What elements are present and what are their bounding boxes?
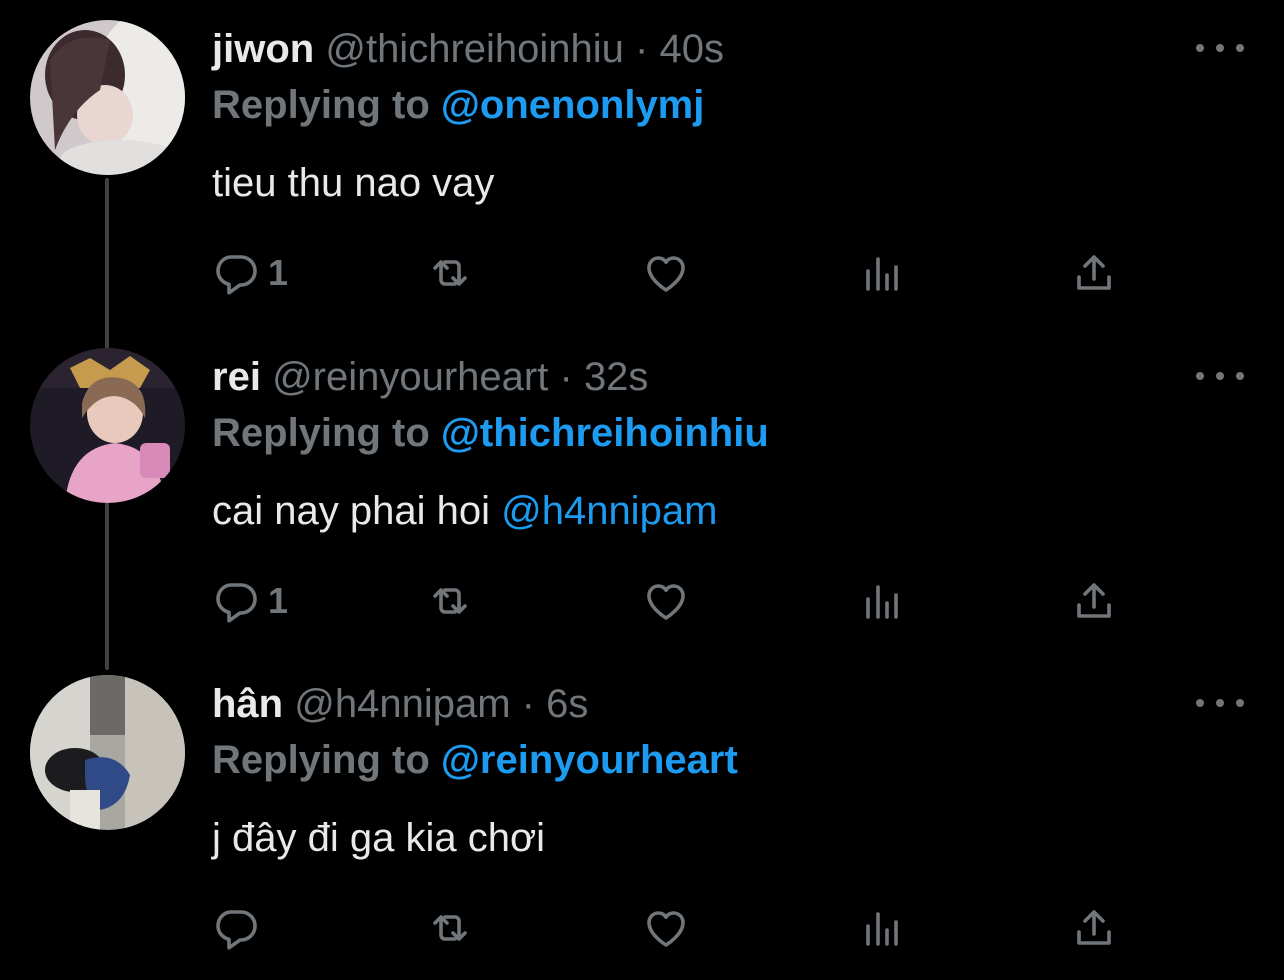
share-icon [1077,910,1111,945]
like-button[interactable] [642,901,690,955]
timestamp[interactable]: 40s [659,27,724,71]
action-bar: 1 [212,574,1132,628]
tweet-text: j đây đi ga kia chơi [212,811,545,865]
tweet-header: rei @reinyourheart · 32s [212,352,648,402]
retweet-button[interactable] [426,246,474,300]
reply-button[interactable] [212,901,268,955]
replying-to-prefix: Replying to [212,738,430,782]
retweet-icon [433,588,467,614]
more-icon[interactable] [1196,366,1244,386]
separator-dot: · [559,355,573,399]
user-handle[interactable]: @thichreihoinhiu [325,27,624,71]
timestamp[interactable]: 6s [546,682,588,726]
replying-to: Replying to @reinyourheart [212,733,738,787]
reply-button[interactable]: 1 [212,574,288,628]
reply-icon [216,255,257,295]
more-icon[interactable] [1196,693,1244,713]
views-icon [866,912,898,946]
retweet-icon [433,260,467,286]
views-button[interactable] [858,574,906,628]
share-icon [1077,583,1111,618]
tweet[interactable]: hân @h4nnipam · 6s Replying to @reinyour… [0,655,1284,980]
tweet-header: hân @h4nnipam · 6s [212,679,588,729]
share-button[interactable] [1070,246,1118,300]
action-bar [212,901,1132,955]
tweet-text: cai nay phai hoi @h4nnipam [212,484,717,538]
avatar[interactable] [30,675,185,830]
reply-button[interactable]: 1 [212,246,288,300]
tweet-text-content: j đây đi ga kia chơi [212,816,546,860]
like-button[interactable] [642,574,690,628]
more-icon[interactable] [1196,38,1244,58]
tweet-text: tieu thu nao vay [212,156,494,210]
retweet-icon [433,915,467,941]
views-button[interactable] [858,901,906,955]
share-button[interactable] [1070,901,1118,955]
like-button[interactable] [642,246,690,300]
reply-count: 1 [268,252,289,293]
tweet-text-content: tieu thu nao vay [212,161,495,205]
retweet-button[interactable] [426,574,474,628]
display-name[interactable]: hân [212,682,283,726]
tweet-mention[interactable]: @h4nnipam [501,489,717,533]
action-bar: 1 [212,246,1132,300]
reply-icon [216,583,257,623]
replying-to-prefix: Replying to [212,411,430,455]
tweet[interactable]: rei @reinyourheart · 32s Replying to @th… [0,328,1284,653]
retweet-button[interactable] [426,901,474,955]
separator-dot: · [521,682,535,726]
replying-to-mention[interactable]: @thichreihoinhiu [441,411,769,455]
display-name[interactable]: jiwon [212,27,314,71]
replying-to: Replying to @thichreihoinhiu [212,406,769,460]
user-handle[interactable]: @h4nnipam [294,682,510,726]
views-icon [866,257,898,291]
timestamp[interactable]: 32s [584,355,649,399]
share-button[interactable] [1070,574,1118,628]
display-name[interactable]: rei [212,355,261,399]
tweet[interactable]: jiwon @thichreihoinhiu · 40s Replying to… [0,0,1284,325]
replying-to-mention[interactable]: @onenonlymj [441,83,704,127]
reply-icon [216,910,257,950]
avatar[interactable] [30,20,185,175]
replying-to-prefix: Replying to [212,83,430,127]
like-icon [647,584,685,620]
views-button[interactable] [858,246,906,300]
tweet-text-content: cai nay phai hoi [212,489,502,533]
user-handle[interactable]: @reinyourheart [272,355,548,399]
share-icon [1077,255,1111,290]
separator-dot: · [635,27,649,71]
replying-to-mention[interactable]: @reinyourheart [441,738,738,782]
replying-to: Replying to @onenonlymj [212,78,704,132]
tweet-header: jiwon @thichreihoinhiu · 40s [212,24,724,74]
reply-count: 1 [268,580,289,621]
like-icon [647,256,685,292]
avatar[interactable] [30,348,185,503]
like-icon [647,911,685,947]
views-icon [866,585,898,619]
